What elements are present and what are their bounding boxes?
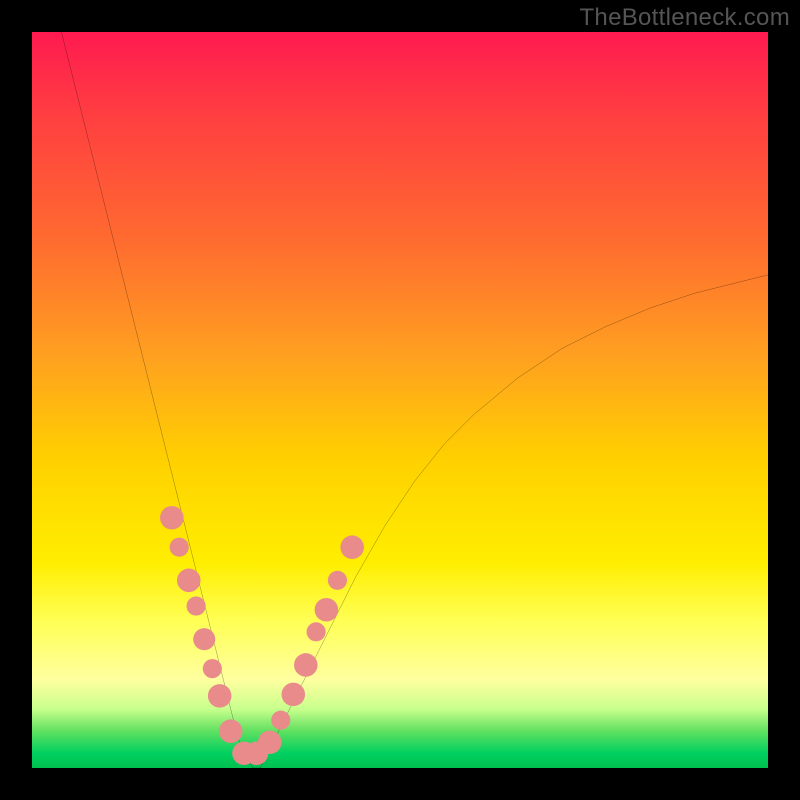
data-marker [315,598,339,622]
data-marker [282,683,306,707]
data-marker [193,628,215,650]
data-marker [328,571,347,590]
bottleneck-curve [61,32,768,768]
data-marker [307,622,326,641]
data-marker [177,569,201,593]
data-marker [160,506,184,530]
data-marker [271,711,290,730]
data-marker [340,535,364,559]
data-marker [203,659,222,678]
chart-frame: TheBottleneck.com [0,0,800,800]
data-marker [258,730,282,754]
data-marker [219,719,243,743]
data-marker [170,538,189,557]
marker-group [160,506,364,765]
chart-overlay [32,32,768,768]
data-marker [294,653,318,677]
watermark-text: TheBottleneck.com [579,4,790,32]
data-marker [187,597,206,616]
data-marker [208,684,232,708]
plot-area [32,32,768,768]
